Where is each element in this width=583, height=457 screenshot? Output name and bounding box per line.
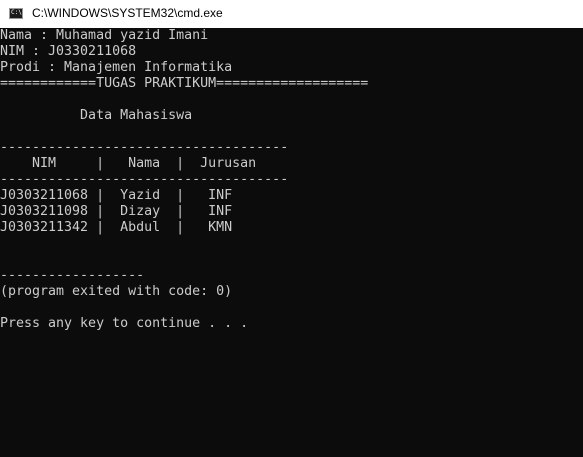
output-line-nim: NIM : J0330211068	[0, 44, 137, 59]
output-line-table-row: J0303211068 | Yazid | INF	[0, 188, 233, 203]
cmd-console-icon: C:\	[9, 8, 23, 19]
cmd-window: C:\ C:\WINDOWS\SYSTEM32\cmd.exe Nama : M…	[0, 0, 583, 457]
output-line-rule: ------------------------------------	[0, 172, 289, 187]
output-line-table-row: J0303211342 | Abdul | KMN	[0, 220, 233, 235]
output-line-column-headers: NIM | Nama | Jurusan	[0, 156, 257, 171]
output-line-table-row: J0303211098 | Dizay | INF	[0, 204, 233, 219]
cmd-icon-glyph: C:\	[11, 9, 22, 16]
output-line-separator: ------------------	[0, 268, 145, 283]
output-line-exit-code: (program exited with code: 0)	[0, 284, 233, 299]
output-line-header: ============TUGAS PRAKTIKUM=============…	[0, 76, 369, 91]
window-title: C:\WINDOWS\SYSTEM32\cmd.exe	[32, 6, 223, 20]
console-output[interactable]: Nama : Muhamad yazid Imani NIM : J033021…	[0, 28, 583, 457]
output-line-rule: ------------------------------------	[0, 140, 289, 155]
output-line-press-any-key: Press any key to continue . . .	[0, 316, 249, 331]
output-line-table-title: Data Mahasiswa	[0, 108, 193, 123]
output-line-nama: Nama : Muhamad yazid Imani	[0, 28, 209, 43]
output-line-prodi: Prodi : Manajemen Informatika	[0, 60, 233, 75]
title-bar[interactable]: C:\ C:\WINDOWS\SYSTEM32\cmd.exe	[0, 0, 583, 28]
